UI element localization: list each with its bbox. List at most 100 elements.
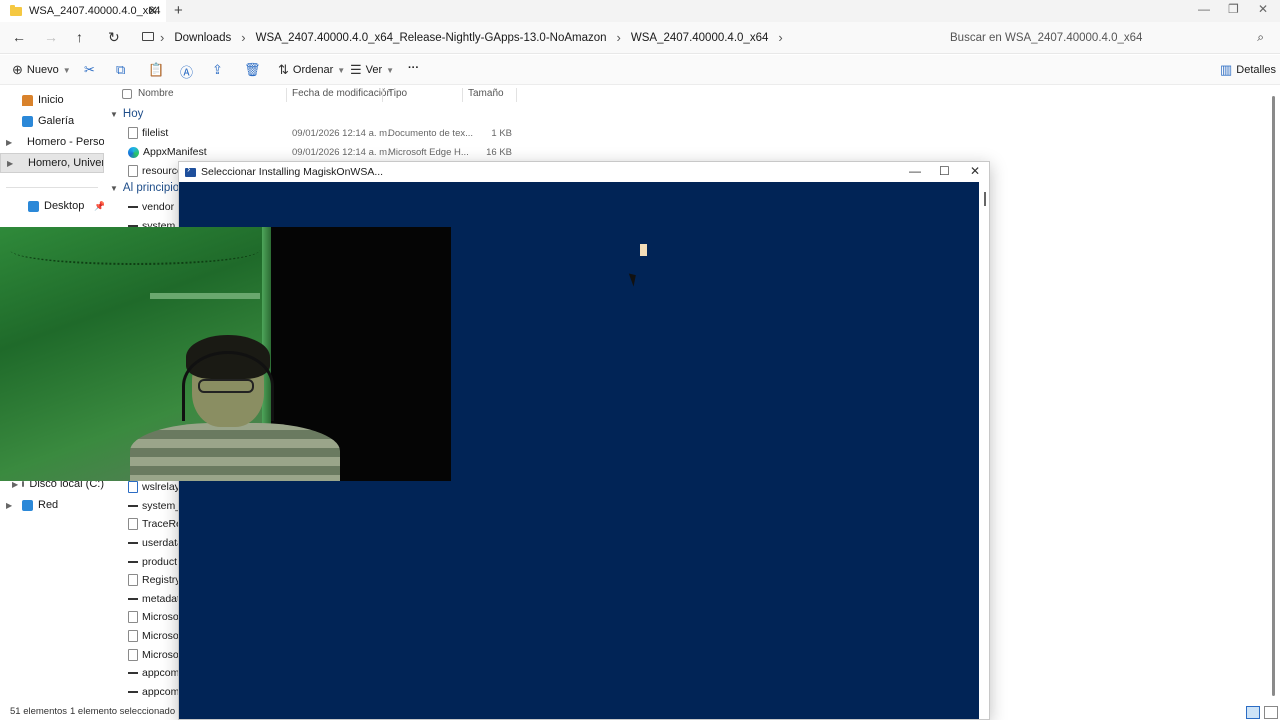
forward-icon[interactable]: → xyxy=(44,29,58,45)
console-title: Seleccionar Installing MagiskOnWSA... xyxy=(201,166,384,178)
refresh-icon[interactable]: ↻ xyxy=(108,29,120,46)
more-options-icon[interactable]: ··· xyxy=(408,62,419,74)
file-icon xyxy=(128,672,138,674)
sidebar-item-label: Red xyxy=(38,499,59,511)
file-icon xyxy=(128,630,138,642)
chevron-right-icon[interactable]: ▶ xyxy=(0,501,12,510)
cut-icon[interactable]: ✂ xyxy=(84,62,95,78)
new-label: Nuevo xyxy=(26,64,59,76)
tab-wsa[interactable]: WSA_2407.40000.4.0_x64 ✕ xyxy=(0,0,166,22)
text-cursor xyxy=(640,244,647,256)
chevron-right-icon: › xyxy=(241,30,246,45)
chevron-right-icon[interactable]: › xyxy=(778,30,782,45)
table-row[interactable]: filelist 09/01/2026 12:14 a. m. Document… xyxy=(128,124,628,142)
select-all-checkbox[interactable] xyxy=(122,89,132,99)
chevron-right-icon: › xyxy=(616,30,621,45)
group-header-today[interactable]: ▼ Hoy xyxy=(110,108,143,120)
file-date: 09/01/2026 12:14 a. m. xyxy=(292,127,390,139)
rename-icon[interactable]: Ⓐ xyxy=(180,62,193,81)
sidebar-item-network[interactable]: ▶ Red xyxy=(0,495,104,515)
column-modified[interactable]: Fecha de modificación xyxy=(292,88,392,99)
search-icon[interactable]: ⌕ xyxy=(1257,30,1264,45)
file-icon xyxy=(128,598,138,600)
search-input[interactable]: Buscar en WSA_2407.40000.4.0_x64 ⌕ xyxy=(940,27,1272,49)
divider xyxy=(6,187,98,188)
sidebar-item-onedrive-personal[interactable]: ▶ Homero - Personal xyxy=(0,132,104,152)
up-icon[interactable]: ↑ xyxy=(76,29,83,45)
close-tab-icon[interactable]: ✕ xyxy=(147,3,158,19)
details-view-icon[interactable] xyxy=(1246,706,1260,719)
window-close-icon[interactable]: ✕ xyxy=(1258,2,1268,16)
scrollbar[interactable] xyxy=(1272,96,1275,696)
sidebar-item-label: Galería xyxy=(38,115,75,127)
sort-button[interactable]: ⇅ Ordenar ▼ xyxy=(278,62,345,78)
back-icon[interactable]: ← xyxy=(12,29,26,45)
restore-icon[interactable]: ❐ xyxy=(1228,2,1239,16)
column-type[interactable]: Tipo xyxy=(388,88,407,99)
breadcrumb-release-folder[interactable]: WSA_2407.40000.4.0_x64_Release-Nightly-G… xyxy=(256,32,607,44)
group-label: Hoy xyxy=(122,108,144,120)
desktop-icon xyxy=(28,200,39,212)
delete-icon[interactable]: 🗑 xyxy=(244,62,261,78)
group-header-earlier[interactable]: ▼ Al principio d xyxy=(110,182,189,194)
paste-icon[interactable]: 📋 xyxy=(148,62,164,78)
gallery-icon xyxy=(22,115,33,127)
minimize-icon[interactable]: — xyxy=(1198,2,1210,16)
shelf xyxy=(150,293,260,299)
table-row[interactable]: AppxManifest 09/01/2026 12:14 a. m. Micr… xyxy=(128,143,628,161)
scrollbar[interactable] xyxy=(984,192,986,206)
details-pane-icon: ▥ xyxy=(1220,62,1233,77)
file-type: Microsoft Edge H... xyxy=(388,146,469,158)
file-icon xyxy=(128,206,138,208)
file-icon xyxy=(128,561,138,563)
file-icon xyxy=(128,165,138,177)
file-size: 1 KB xyxy=(491,127,512,139)
sidebar-item-onedrive-universidad[interactable]: ▶ Homero, Universidad xyxy=(0,153,104,173)
chevron-down-icon: ▼ xyxy=(110,183,118,193)
exe-icon xyxy=(128,481,138,493)
share-icon[interactable]: ⇪ xyxy=(212,62,223,78)
folder-icon xyxy=(10,4,22,16)
new-button[interactable]: ⊕ Nuevo ▼ xyxy=(12,62,71,78)
text-file-icon xyxy=(128,127,138,139)
minimize-icon[interactable]: — xyxy=(909,164,921,178)
chevron-right-icon[interactable]: ▶ xyxy=(1,159,13,168)
sidebar-item-desktop[interactable]: Desktop 📌 xyxy=(0,196,104,216)
chevron-down-icon: ▼ xyxy=(110,109,118,119)
headset-icon xyxy=(182,351,274,421)
file-date: 09/01/2026 12:14 a. m. xyxy=(292,146,390,158)
plus-circle-icon: ⊕ xyxy=(12,62,23,77)
close-icon[interactable]: ✕ xyxy=(970,164,980,178)
chevron-down-icon: ▼ xyxy=(62,65,71,75)
chevron-down-icon: ▼ xyxy=(386,65,395,75)
view-button[interactable]: ☰ Ver ▼ xyxy=(350,62,394,78)
tab-bar: WSA_2407.40000.4.0_x64 ✕ + — ❐ ✕ xyxy=(0,0,1280,22)
console-titlebar[interactable]: Seleccionar Installing MagiskOnWSA... — … xyxy=(179,162,989,182)
edge-icon xyxy=(128,146,139,158)
breadcrumb-current-folder[interactable]: WSA_2407.40000.4.0_x64 xyxy=(631,32,768,44)
details-label: Detalles xyxy=(1236,64,1277,76)
column-size[interactable]: Tamaño xyxy=(468,88,504,99)
maximize-icon[interactable]: ☐ xyxy=(939,164,950,178)
column-name[interactable]: Nombre xyxy=(138,88,174,99)
divider xyxy=(516,88,517,102)
this-pc-icon[interactable] xyxy=(142,32,154,41)
copy-icon[interactable]: ⧉ xyxy=(116,62,125,78)
file-icon xyxy=(128,574,138,586)
chevron-right-icon[interactable]: ▶ xyxy=(0,138,12,147)
powershell-icon xyxy=(185,164,196,177)
webcam-overlay xyxy=(0,227,451,481)
tiles-view-icon[interactable] xyxy=(1264,706,1278,719)
file-icon xyxy=(128,542,138,544)
new-tab-button[interactable]: + xyxy=(174,2,183,19)
sort-label: Ordenar xyxy=(292,64,334,76)
file-icon xyxy=(128,518,138,530)
sidebar-item-galeria[interactable]: Galería xyxy=(0,111,104,131)
details-button[interactable]: ▥ Detalles xyxy=(1220,62,1276,78)
drive-icon xyxy=(22,481,25,487)
file-icon xyxy=(128,611,138,623)
file-name: AppxManifest xyxy=(143,146,207,158)
breadcrumb-downloads[interactable]: Downloads xyxy=(174,32,231,44)
sidebar-item-inicio[interactable]: Inicio xyxy=(0,90,104,110)
pin-icon[interactable]: 📌 xyxy=(94,201,104,212)
